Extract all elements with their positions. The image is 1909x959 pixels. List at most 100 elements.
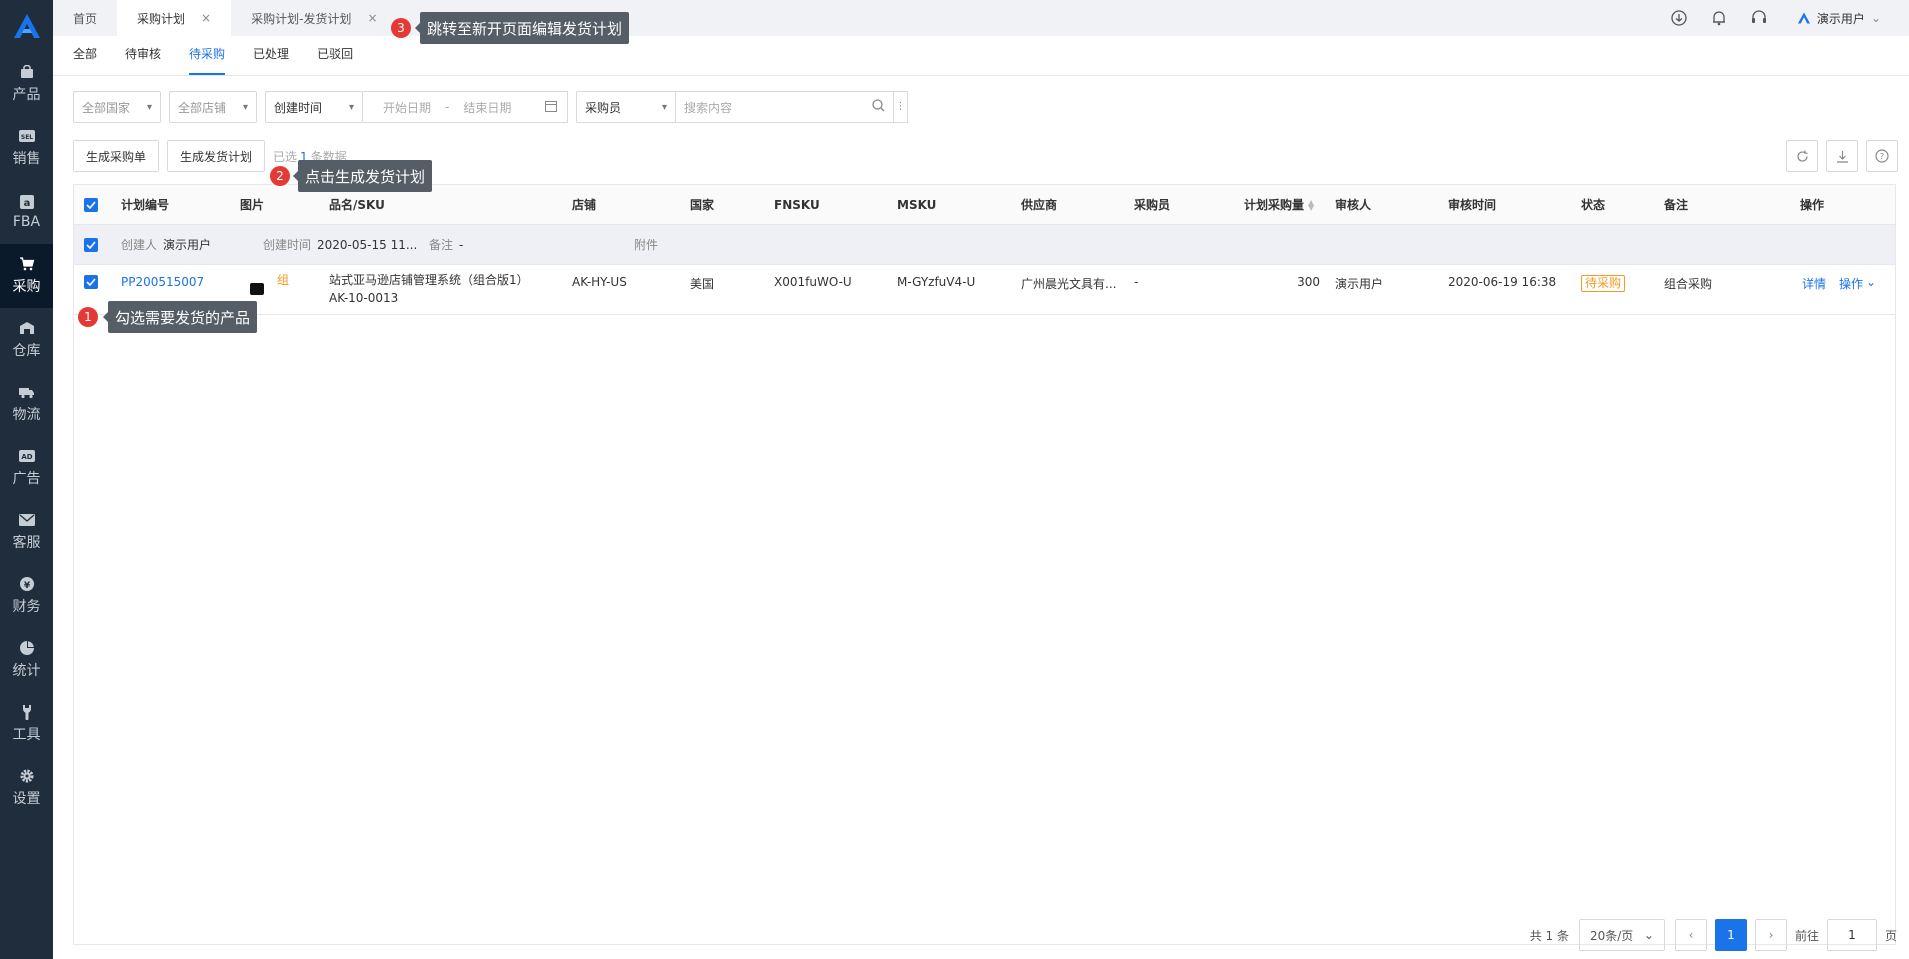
creator-label: 创建人	[121, 238, 158, 252]
yen-icon: ¥	[19, 576, 35, 592]
create-po-button[interactable]: 生成采购单	[73, 140, 160, 172]
header-buyer: 采购员	[1134, 198, 1171, 212]
prev-page-button[interactable]: ‹	[1674, 919, 1707, 951]
sidebar-item-settings[interactable]: 设置	[0, 756, 53, 820]
user-logo-icon	[1797, 12, 1810, 24]
time-type-select[interactable]: 创建时间 ▾	[265, 91, 363, 123]
header-fnsku: FNSKU	[774, 197, 820, 212]
close-icon[interactable]: ×	[367, 11, 377, 25]
download-icon	[1836, 150, 1848, 163]
chevron-down-icon: ▾	[661, 101, 667, 113]
chevron-down-icon: ⌄	[1866, 275, 1877, 289]
help-button[interactable]: ?	[1866, 140, 1898, 172]
export-button[interactable]	[1826, 140, 1858, 172]
search-group: 采购员 ▾ 搜索内容 ⋮	[576, 91, 908, 123]
create-ship-plan-button[interactable]: 生成发货计划	[167, 140, 266, 172]
sidebar-item-label: 物流	[12, 407, 41, 423]
next-page-button[interactable]: ›	[1754, 919, 1787, 951]
goto-page-input[interactable]: 1	[1826, 919, 1877, 951]
shop-select-value: 全部店铺	[178, 100, 227, 115]
search-field-select[interactable]: 采购员 ▾	[576, 91, 676, 123]
search-input[interactable]: 搜索内容	[676, 91, 894, 123]
page-number[interactable]: 1	[1714, 919, 1747, 951]
subtab-pending-purchase[interactable]: 待采购	[189, 35, 226, 75]
search-icon[interactable]	[872, 99, 885, 115]
sidebar-item-product[interactable]: 产品	[0, 52, 53, 116]
check-icon	[84, 275, 98, 289]
download-circle-icon[interactable]	[1671, 10, 1687, 26]
status-badge: 待采购	[1581, 275, 1626, 292]
sidebar-item-finance[interactable]: ¥ 财务	[0, 564, 53, 628]
select-all-checkbox[interactable]	[84, 185, 98, 224]
product-name-sku: 站式亚马逊店铺管理系统（组合版1） AK-10-0013	[329, 265, 529, 314]
attachment-label: 附件	[634, 238, 659, 252]
headset-icon[interactable]	[1751, 10, 1767, 26]
country-select-value: 全部国家	[82, 100, 131, 115]
sidebar-item-logistics[interactable]: 物流	[0, 372, 53, 436]
sell-icon: SEL	[18, 128, 35, 144]
subtab-all[interactable]: 全部	[73, 35, 97, 75]
chevron-down-icon: ▾	[242, 101, 248, 113]
creator-value: 演示用户	[163, 238, 212, 252]
sidebar-item-ads[interactable]: AD 广告	[0, 436, 53, 500]
chevron-down-icon: ▾	[348, 101, 354, 113]
group-checkbox[interactable]	[84, 225, 98, 264]
group-attachment[interactable]: 附件	[634, 225, 664, 264]
group-creator: 创建人 演示用户	[121, 225, 211, 264]
gear-icon	[19, 768, 35, 784]
start-date[interactable]: 开始日期	[383, 99, 431, 116]
chevron-down-icon: ⌄	[1643, 928, 1654, 942]
sidebar-item-purchase[interactable]: 采购	[0, 244, 53, 308]
sidebar-item-service[interactable]: 客服	[0, 500, 53, 564]
buyer-cell: -	[1134, 275, 1139, 289]
tab-home[interactable]: 首页	[53, 0, 117, 36]
total-count: 共 1 条	[1529, 928, 1569, 943]
refresh-button[interactable]	[1786, 140, 1818, 172]
more-filters-button[interactable]: ⋮	[894, 91, 908, 123]
step-badge-3: 3	[391, 18, 411, 38]
date-range-picker[interactable]: 开始日期 - 结束日期	[363, 91, 568, 123]
filter-bar: 全部国家 ▾ 全部店铺 ▾ 创建时间 ▾ 开始日期 - 结束日期 采购员 ▾ 搜索内容 …	[73, 91, 908, 123]
fnsku-cell: X001fuWO-U	[774, 275, 852, 289]
sidebar-item-label: 仓库	[12, 343, 41, 359]
amazon-icon: a	[19, 194, 35, 210]
truck-icon	[18, 384, 35, 400]
tab-label: 首页	[73, 11, 98, 26]
country-select[interactable]: 全部国家 ▾	[73, 91, 161, 123]
sidebar-item-fba[interactable]: a FBA	[0, 180, 53, 244]
page-size-value: 20条/页	[1589, 928, 1634, 943]
tab-purchase-ship-plan[interactable]: 采购计划-发货计划 ×	[231, 0, 397, 36]
sidebar-item-warehouse[interactable]: 仓库	[0, 308, 53, 372]
sort-icon[interactable]: ▲ ▼	[1308, 198, 1314, 211]
detail-link[interactable]: 详情	[1802, 265, 1826, 314]
sidebar-item-sales[interactable]: SEL 销售	[0, 116, 53, 180]
product-image	[250, 283, 264, 295]
subtab-rejected[interactable]: 已驳回	[317, 35, 353, 75]
tab-bar: 首页 采购计划 × 采购计划-发货计划 × 演示用户 ⌄	[53, 0, 1909, 36]
cart-icon	[19, 256, 35, 272]
operations-dropdown[interactable]: 操作 ⌄	[1839, 265, 1876, 314]
user-menu[interactable]: 演示用户 ⌄	[1797, 10, 1881, 27]
end-date[interactable]: 结束日期	[463, 99, 511, 116]
header-note: 备注	[1664, 198, 1689, 212]
shop-select[interactable]: 全部店铺 ▾	[169, 91, 257, 123]
tab-purchase-plan[interactable]: 采购计划 ×	[117, 0, 232, 36]
sidebar-item-tools[interactable]: 工具	[0, 692, 53, 756]
sidebar-item-label: 产品	[12, 87, 41, 103]
bell-icon[interactable]	[1711, 10, 1727, 26]
sidebar-item-stats[interactable]: 统计	[0, 628, 53, 692]
subtab-pending-review[interactable]: 待审核	[125, 35, 161, 75]
status-tabs: 全部 待审核 待采购 已处理 已驳回	[53, 36, 1909, 76]
sidebar-item-label: 销售	[12, 151, 41, 167]
svg-text:¥: ¥	[23, 581, 30, 591]
calendar-icon	[545, 100, 557, 115]
close-icon[interactable]: ×	[201, 11, 211, 25]
check-icon	[84, 237, 98, 252]
app-logo[interactable]	[0, 0, 53, 52]
header-qty[interactable]: 计划采购量 ▲ ▼	[1244, 185, 1314, 224]
sidebar: 产品 SEL 销售 a FBA 采购 仓库 物流 AD 广告 客服 ¥ 财务 统…	[0, 0, 53, 959]
sidebar-item-label: FBA	[12, 214, 41, 230]
subtab-processed[interactable]: 已处理	[253, 35, 289, 75]
page-size-select[interactable]: 20条/页 ⌄	[1578, 919, 1665, 951]
product-name: 站式亚马逊店铺管理系统（组合版1）	[329, 273, 529, 287]
